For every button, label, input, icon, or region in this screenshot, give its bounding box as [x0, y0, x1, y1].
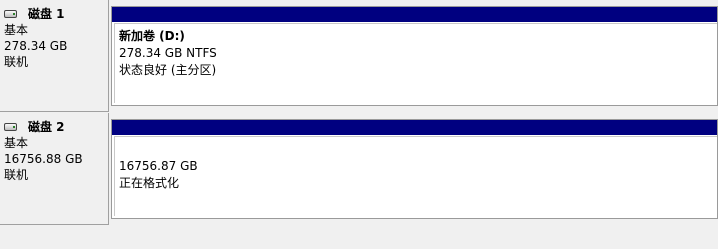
disk-2-name-text: 磁盘 2 — [28, 120, 65, 134]
volume-d-status: 状态良好 (主分区) — [119, 63, 217, 77]
volume-d[interactable]: 新加卷 (D:) 278.34 GB NTFS 状态良好 (主分区) — [111, 6, 718, 106]
volume-d-body: 新加卷 (D:) 278.34 GB NTFS 状态良好 (主分区) — [114, 23, 717, 103]
disk-2-status: 联机 — [4, 168, 29, 182]
disk-2-type: 基本 — [4, 136, 29, 150]
volume-d-size-fs: 278.34 GB NTFS — [119, 46, 217, 60]
disk-2-name: 磁盘 2 — [4, 119, 108, 135]
hard-disk-icon — [4, 123, 17, 131]
disk-row-1: 磁盘 1 基本 278.34 GB 联机 新加卷 (D:) 278.34 GB … — [0, 0, 718, 112]
volume-d-title: 新加卷 (D:) — [119, 29, 185, 43]
volume-disk-2-header-bar — [112, 120, 717, 135]
volume-disk-2[interactable]: 16756.87 GB 正在格式化 — [111, 119, 718, 219]
disk-1-size: 278.34 GB — [4, 39, 68, 53]
disk-1-name: 磁盘 1 — [4, 6, 108, 22]
volume-disk-2-size: 16756.87 GB — [119, 159, 198, 173]
disk-2-label-panel[interactable]: 磁盘 2 基本 16756.88 GB 联机 — [0, 113, 109, 225]
disk-1-type: 基本 — [4, 23, 29, 37]
disk-1-label-panel[interactable]: 磁盘 1 基本 278.34 GB 联机 — [0, 0, 109, 112]
disk-1-status: 联机 — [4, 55, 29, 69]
hard-disk-icon — [4, 10, 17, 18]
disk-row-2: 磁盘 2 基本 16756.88 GB 联机 16756.87 GB 正在格式化 — [0, 113, 718, 225]
volume-disk-2-status: 正在格式化 — [119, 176, 180, 190]
disk-1-name-text: 磁盘 1 — [28, 7, 65, 21]
volume-d-header-bar — [112, 7, 717, 22]
volume-disk-2-body: 16756.87 GB 正在格式化 — [114, 136, 717, 216]
disk-2-size: 16756.88 GB — [4, 152, 83, 166]
